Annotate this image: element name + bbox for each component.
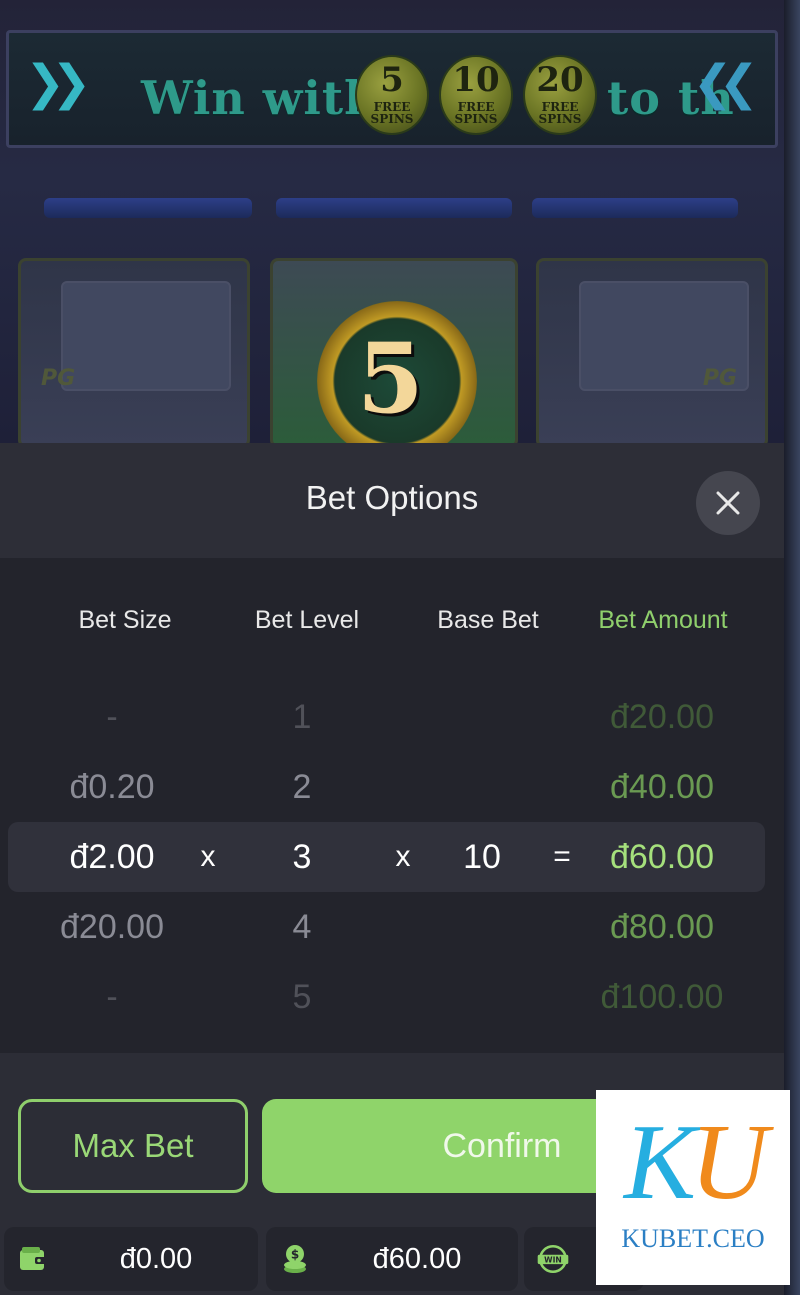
reel-left: PG (18, 258, 250, 445)
close-icon (716, 491, 740, 515)
bet-amount-value: đ20.00 (610, 698, 714, 736)
promo-banner: ❯❯ Win with 5 FREE SPINS 10 FREE SPINS 2… (6, 30, 778, 148)
pg-logo: PG (41, 366, 76, 391)
bet-level-value: 5 (292, 978, 312, 1016)
confirm-label: Confirm (442, 1127, 562, 1165)
symbol-five: 5 (357, 322, 424, 435)
bet-row[interactable]: - 5 đ100.00 (0, 962, 784, 1032)
reel-lamp (276, 198, 512, 218)
balance-value: đ0.00 (119, 1243, 193, 1275)
bet-amount-value: đ40.00 (610, 768, 714, 806)
bet-amount-value: đ60.00 (610, 838, 714, 876)
slot-game-background: ❯❯ Win with 5 FREE SPINS 10 FREE SPINS 2… (0, 0, 800, 445)
chevron-right-icon: ❯❯ (25, 55, 92, 111)
close-button[interactable] (696, 471, 760, 535)
pg-logo: PG (702, 366, 737, 391)
svg-text:WIN: WIN (544, 1255, 562, 1264)
bet-row[interactable]: đ0.20 2 đ40.00 (0, 752, 784, 822)
free-spins-coin-5: 5 FREE SPINS (355, 55, 429, 135)
bet-row[interactable]: - 1 đ20.00 (0, 682, 784, 752)
reel-lamp (44, 198, 252, 218)
bet-row[interactable]: đ20.00 4 đ80.00 (0, 892, 784, 962)
reel-center: 5 (270, 258, 518, 445)
free-spins-coin-10: 10 FREE SPINS (439, 55, 513, 135)
bet-level-value: 1 (292, 698, 312, 736)
ku-logo-domain: KUBET.CEO (621, 1224, 765, 1253)
column-header-base-bet: Base Bet (437, 606, 539, 634)
bet-size-value: đ0.20 (69, 768, 155, 806)
chevron-left-icon: ❮❮ (692, 55, 760, 111)
reel-lamp (532, 198, 738, 218)
bet-amount-value: đ100.00 (600, 978, 724, 1016)
bet-row-selected[interactable]: đ2.00 x 3 x 10 = đ60.00 (8, 822, 765, 892)
free-spins-coin-20: 20 FREE SPINS (523, 55, 597, 135)
svg-text:$: $ (291, 1248, 299, 1262)
column-header-bet-level: Bet Level (254, 606, 360, 634)
bet-display: $ đ60.00 (266, 1227, 518, 1291)
ku-logo-letters: KU (623, 1103, 768, 1222)
bet-size-value: đ20.00 (60, 908, 164, 946)
bet-size-value: - (106, 698, 118, 736)
bet-value: đ60.00 (372, 1243, 462, 1275)
banner-text-start: Win with (141, 71, 379, 125)
reel-right: PG (536, 258, 768, 445)
bet-level-value: 2 (292, 768, 312, 806)
reel-card (61, 281, 231, 391)
panel-header: Bet Options (0, 443, 784, 558)
balance-display: đ0.00 (4, 1227, 258, 1291)
coin-stack-icon: $ (278, 1241, 312, 1277)
max-bet-button[interactable]: Max Bet (18, 1099, 248, 1193)
wallet-icon (16, 1241, 50, 1277)
bet-level-value: 4 (292, 908, 312, 946)
panel-title: Bet Options (305, 479, 479, 516)
column-header-bet-size: Bet Size (78, 606, 172, 634)
bet-picker[interactable]: Bet Size Bet Level Base Bet Bet Amount -… (0, 558, 784, 1053)
kubet-watermark-logo: KU KUBET.CEO (596, 1090, 790, 1285)
win-icon: WIN (536, 1241, 570, 1277)
bet-amount-value: đ80.00 (610, 908, 714, 946)
bet-size-value: - (106, 978, 118, 1016)
column-header-bet-amount: Bet Amount (598, 606, 728, 634)
